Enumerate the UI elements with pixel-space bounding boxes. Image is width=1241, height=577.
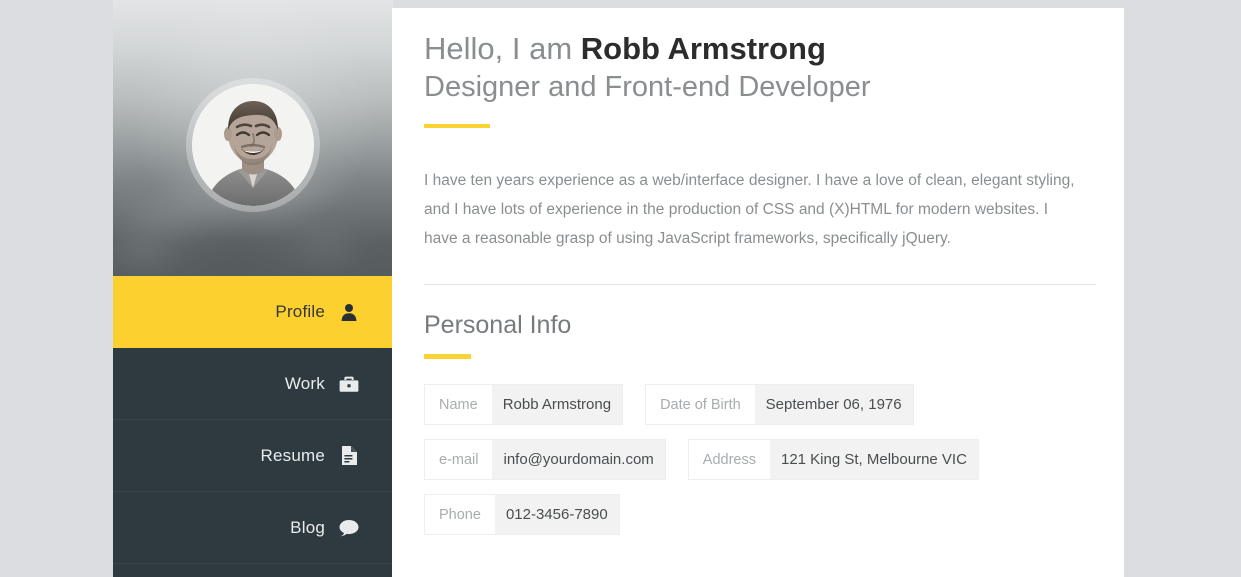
chat-bubble-icon: [339, 518, 359, 538]
personal-info-fields: Name Robb Armstrong Date of Birth Septem…: [424, 384, 1096, 535]
greeting-prefix: Hello, I am: [424, 31, 581, 66]
profile-name: Robb Armstrong: [581, 31, 826, 66]
page-title: Hello, I am Robb Armstrong: [424, 30, 1096, 68]
field-label: Address: [689, 440, 770, 479]
sidebar-nav: Profile Work Resume Blog: [113, 276, 393, 577]
field-label: Phone: [425, 495, 495, 534]
field-value: September 06, 1976: [755, 385, 913, 424]
sidebar-item-partial[interactable]: [113, 564, 393, 577]
field-value: 121 King St, Melbourne VIC: [770, 440, 978, 479]
field-address[interactable]: Address 121 King St, Melbourne VIC: [688, 439, 979, 480]
field-row: e-mail info@yourdomain.com Address 121 K…: [424, 439, 1096, 480]
sidebar-item-label: Blog: [290, 518, 325, 538]
field-label: Name: [425, 385, 492, 424]
avatar-ring: [186, 78, 320, 212]
field-value: info@yourdomain.com: [492, 440, 664, 479]
page-subtitle: Designer and Front-end Developer: [424, 68, 1096, 106]
field-row: Phone 012-3456-7890: [424, 494, 1096, 535]
sidebar-item-work[interactable]: Work: [113, 348, 393, 420]
sidebar-item-blog[interactable]: Blog: [113, 492, 393, 564]
field-email[interactable]: e-mail info@yourdomain.com: [424, 439, 666, 480]
sidebar-item-label: Resume: [260, 446, 325, 466]
field-value: Robb Armstrong: [492, 385, 622, 424]
sidebar: Profile Work Resume Blog: [113, 0, 393, 577]
avatar-portrait-image: [192, 84, 314, 206]
section-accent-bar: [424, 354, 471, 359]
personal-info-heading: Personal Info: [424, 311, 1096, 340]
profile-page: Profile Work Resume Blog: [0, 0, 1241, 577]
title-accent-bar: [424, 124, 490, 128]
sidebar-item-label: Profile: [275, 302, 325, 322]
field-phone[interactable]: Phone 012-3456-7890: [424, 494, 620, 535]
sidebar-item-resume[interactable]: Resume: [113, 420, 393, 492]
field-label: e-mail: [425, 440, 492, 479]
field-label: Date of Birth: [646, 385, 755, 424]
field-name[interactable]: Name Robb Armstrong: [424, 384, 623, 425]
main-content-card: Hello, I am Robb Armstrong Designer and …: [392, 8, 1124, 577]
field-value: 012-3456-7890: [495, 495, 619, 534]
sidebar-item-label: Work: [285, 374, 325, 394]
section-divider: [424, 284, 1096, 285]
field-row: Name Robb Armstrong Date of Birth Septem…: [424, 384, 1096, 425]
field-date-of-birth[interactable]: Date of Birth September 06, 1976: [645, 384, 914, 425]
bio-paragraph: I have ten years experience as a web/int…: [424, 166, 1084, 253]
avatar[interactable]: [192, 84, 314, 206]
sidebar-hero-banner: [113, 0, 393, 276]
document-icon: [339, 446, 359, 466]
user-icon: [339, 302, 359, 322]
sidebar-item-profile[interactable]: Profile: [113, 276, 393, 348]
briefcase-icon: [339, 374, 359, 394]
